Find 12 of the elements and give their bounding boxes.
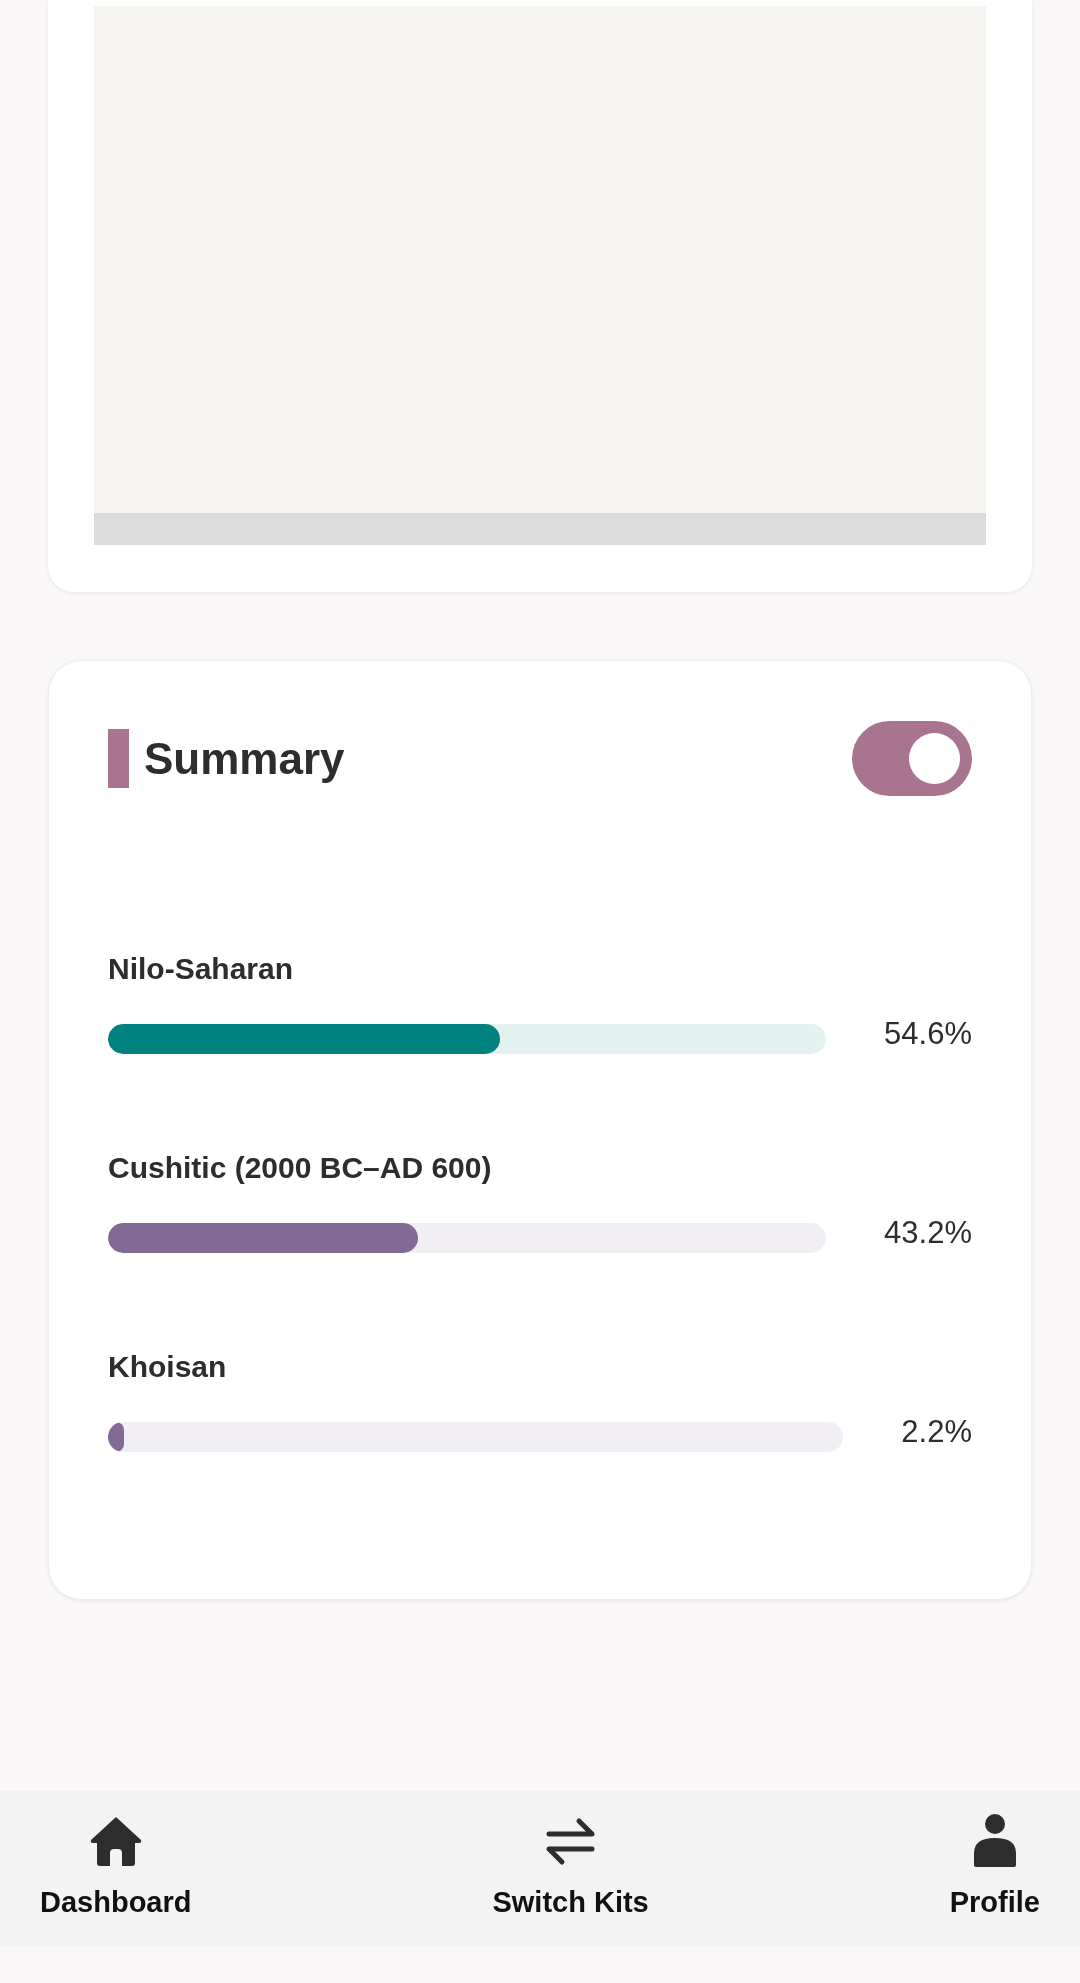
percentage-value: 54.6% [884,1015,972,1053]
person-icon [971,1813,1018,1869]
category-label: Cushitic (2000 BC–AD 600) [108,1150,493,1186]
percentage-value: 2.2% [901,1413,972,1451]
title-accent-bar [108,729,129,788]
category-label: Khoisan [108,1349,228,1385]
percentage-value: 43.2% [884,1214,972,1252]
nav-tab[interactable]: Switch Kits [492,1813,649,1925]
nav-tab[interactable]: Dashboard [40,1813,192,1925]
category-label: Nilo-Saharan [108,951,295,987]
nav-tab[interactable]: Profile [949,1813,1040,1925]
section-title: Summary [144,732,345,785]
